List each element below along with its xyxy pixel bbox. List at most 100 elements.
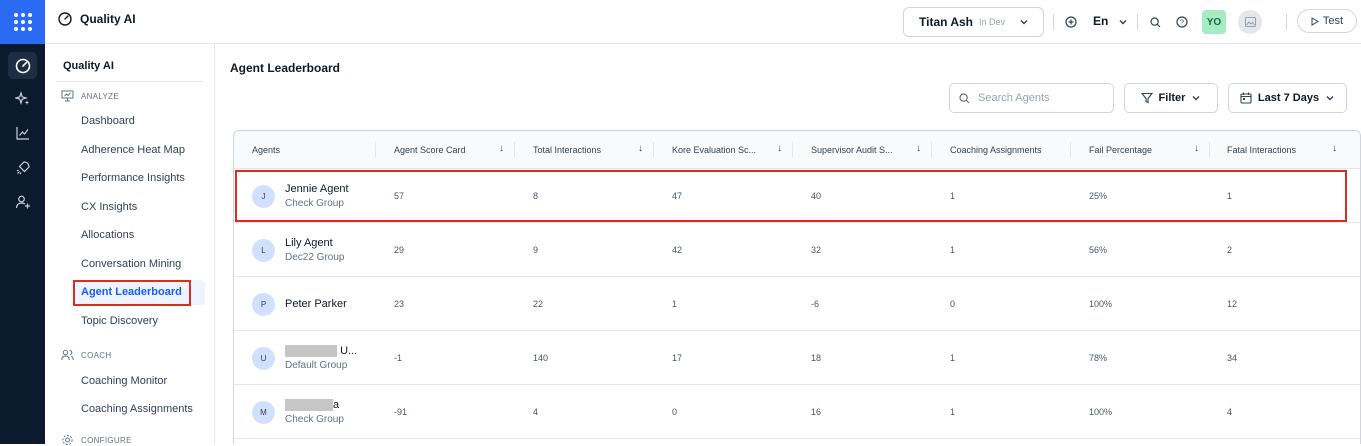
app-name: Quality AI: [80, 12, 136, 26]
user-avatar[interactable]: YO: [1202, 10, 1226, 34]
column-header-agent-score-card[interactable]: Agent Score Card ↓: [394, 131, 514, 169]
sidebar-item-cx-insights[interactable]: CX Insights: [81, 201, 137, 213]
agent-name[interactable]: Peter Parker: [285, 298, 347, 310]
agent-cell: U U... Default Group: [252, 331, 357, 385]
section-analyze-label: ANALYZE: [81, 91, 119, 101]
column-header-supervisor-audit[interactable]: Supervisor Audit S... ↓: [811, 131, 931, 169]
sort-arrow-icon: ↓: [777, 143, 782, 154]
brand: Quality AI: [58, 12, 136, 26]
agent-group: Dec22 Group: [285, 252, 345, 263]
section-configure-label: CONFIGURE: [81, 435, 132, 445]
language-selector[interactable]: En: [1093, 14, 1108, 28]
sort-arrow-icon: ↓: [1194, 143, 1199, 154]
search-icon[interactable]: [1146, 13, 1164, 31]
app-launcher-button[interactable]: [0, 0, 45, 44]
sidebar-item-coaching-assignments[interactable]: Coaching Assignments: [81, 403, 193, 415]
date-range-label: Last 7 Days: [1257, 92, 1320, 104]
workspace-name: Titan Ash: [919, 15, 974, 29]
agent-name[interactable]: U...: [285, 345, 357, 358]
chevron-down-icon: [1326, 96, 1334, 101]
sparkles-icon: [14, 90, 29, 105]
kore-score-cell: 17: [672, 353, 683, 363]
section-coach-label: COACH: [81, 350, 112, 360]
divider: [1137, 14, 1138, 30]
score-card-cell: -1: [394, 353, 403, 363]
sidebar-item-adherence-heat-map[interactable]: Adherence Heat Map: [81, 144, 185, 156]
sidebar: Quality AI ANALYZE Dashboard Adherence H…: [45, 44, 215, 446]
gear-icon: [62, 434, 73, 446]
add-circle-icon[interactable]: [1062, 13, 1080, 31]
table-row[interactable]: L Lily Agent Dec22 Group 29 9 42 32 1 56…: [234, 223, 1360, 277]
help-icon[interactable]: ?: [1173, 13, 1191, 31]
column-header-fatal-interactions[interactable]: Fatal Interactions ↓: [1227, 131, 1347, 169]
filter-button[interactable]: Filter: [1124, 83, 1218, 113]
sort-arrow-icon: ↓: [1332, 143, 1337, 154]
rail-deploy[interactable]: [8, 154, 37, 181]
table-row[interactable]: M a Check Group -91 4 0 16 1 100% 4: [234, 385, 1360, 439]
agent-cell: L Lily Agent Dec22 Group: [252, 223, 344, 277]
table-header: Agents Agent Score Card ↓ Total Interacti…: [234, 131, 1360, 169]
workspace-env: In Dev: [979, 17, 1006, 27]
supervisor-score-cell: 18: [811, 353, 822, 363]
fail-percentage-cell: 56%: [1089, 245, 1108, 255]
kore-score-cell: 42: [672, 245, 683, 255]
image-icon: [1244, 17, 1256, 27]
agent-avatar: U: [252, 346, 275, 370]
sidebar-item-performance-insights[interactable]: Performance Insights: [81, 172, 185, 184]
divider: [57, 81, 203, 82]
rail-analytics[interactable]: [8, 119, 37, 146]
fail-percentage-cell: 78%: [1089, 353, 1108, 363]
chart-line-icon: [15, 126, 29, 140]
profile-image-avatar[interactable]: [1238, 10, 1262, 34]
workspace-selector[interactable]: Titan Ash In Dev: [903, 7, 1044, 37]
sort-arrow-icon: ↓: [638, 143, 643, 154]
column-header-agents[interactable]: Agents: [252, 131, 392, 169]
chevron-down-icon[interactable]: [1114, 13, 1132, 31]
agent-group: Default Group: [285, 360, 348, 372]
svg-text:?: ?: [1180, 20, 1184, 27]
users-icon: [61, 349, 74, 361]
rail-users[interactable]: [8, 188, 37, 215]
divider: [1286, 14, 1287, 30]
column-header-total-interactions[interactable]: Total Interactions ↓: [533, 131, 653, 169]
table-row[interactable]: U U... Default Group -1 140 17 18 1 78% …: [234, 331, 1360, 385]
agent-name[interactable]: Lily Agent: [285, 237, 344, 249]
table-row[interactable]: P Peter Parker 23 22 1 -6 0 100% 12: [234, 277, 1360, 331]
fatal-cell: 12: [1227, 299, 1238, 309]
section-configure: CONFIGURE: [61, 434, 132, 446]
score-card-cell: 23: [394, 299, 405, 309]
rail-automation[interactable]: [8, 85, 37, 112]
agent-cell: M a Check Group: [252, 385, 344, 439]
agent-avatar: M: [252, 400, 275, 424]
column-header-fail-percentage[interactable]: Fail Percentage ↓: [1089, 131, 1209, 169]
section-analyze: ANALYZE: [61, 90, 119, 102]
presentation-icon: [61, 90, 74, 102]
sidebar-item-conversation-mining[interactable]: Conversation Mining: [81, 258, 181, 270]
sidebar-item-allocations[interactable]: Allocations: [81, 229, 134, 241]
filter-label: Filter: [1158, 92, 1186, 104]
kore-score-cell: 1: [672, 299, 678, 309]
sidebar-item-topic-discovery[interactable]: Topic Discovery: [81, 315, 158, 327]
fatal-cell: 34: [1227, 353, 1238, 363]
search-input[interactable]: Search Agents: [949, 83, 1114, 113]
test-button[interactable]: Test: [1297, 9, 1357, 33]
highlight-box: [235, 170, 1347, 222]
rail-quality-ai[interactable]: [8, 52, 37, 79]
sidebar-item-coaching-monitor[interactable]: Coaching Monitor: [81, 375, 167, 387]
score-card-cell: 29: [394, 245, 405, 255]
main-content: Agent Leaderboard Search Agents Filter L…: [215, 44, 1361, 444]
column-header-coaching-assignments[interactable]: Coaching Assignments: [950, 131, 1070, 169]
kore-score-cell: 0: [672, 407, 678, 417]
fatal-cell: 2: [1227, 245, 1233, 255]
gauge-icon: [58, 12, 72, 26]
sidebar-item-dashboard[interactable]: Dashboard: [81, 115, 135, 127]
highlight-box: [73, 280, 191, 306]
user-plus-icon: [15, 195, 30, 208]
section-coach: COACH: [61, 349, 111, 361]
interactions-cell: 9: [533, 245, 539, 255]
divider: [1053, 14, 1054, 30]
date-range-button[interactable]: Last 7 Days: [1228, 83, 1347, 113]
agent-name[interactable]: a: [285, 399, 344, 412]
agent-avatar: L: [252, 238, 275, 262]
column-header-kore-evaluation[interactable]: Kore Evaluation Sc... ↓: [672, 131, 792, 169]
